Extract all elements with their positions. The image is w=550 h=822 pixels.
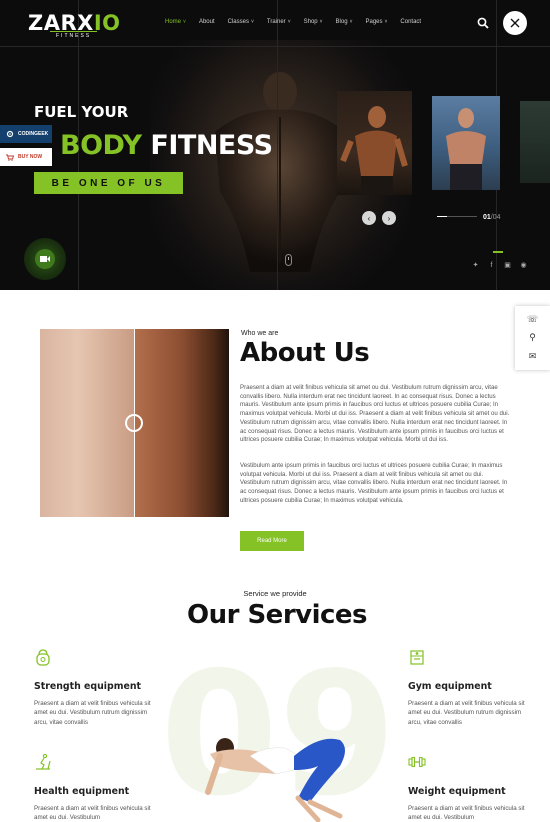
- nav-label: Contact: [400, 19, 422, 25]
- facebook-icon[interactable]: f: [488, 262, 495, 269]
- buy-now-button[interactable]: BUY NOW: [0, 148, 52, 166]
- service-item: Strength equipment Praesent a diam at ve…: [34, 648, 152, 727]
- join-button[interactable]: BE ONE OF US: [34, 172, 183, 194]
- athlete-photo: [340, 106, 408, 195]
- social-links: ✦ f ▣ ◉: [472, 262, 527, 269]
- grid-line: [277, 0, 278, 290]
- twitter-icon[interactable]: ✦: [472, 262, 479, 269]
- nav-item-trainer[interactable]: Trainer ˅: [267, 19, 291, 25]
- service-name: Gym equipment: [408, 681, 492, 692]
- nav-item-about[interactable]: About: [199, 19, 215, 25]
- kettlebell-icon: [36, 649, 50, 666]
- service-desc: Praesent a diam at velit finibus vehicul…: [408, 700, 525, 726]
- nav-item-blog[interactable]: Blog ˅: [336, 19, 353, 25]
- nav-item-pages[interactable]: Pages ˅: [365, 19, 387, 25]
- hero-subtitle: FUEL YOUR: [34, 103, 129, 121]
- treadmill-icon: [36, 753, 51, 770]
- chevron-down-icon: ˅: [250, 19, 254, 25]
- mail-icon[interactable]: ✉: [529, 351, 537, 362]
- nav-item-classes[interactable]: Classes ˅: [228, 19, 254, 25]
- nav-label: About: [198, 19, 215, 25]
- compare-handle[interactable]: [125, 414, 143, 432]
- nav-item-home[interactable]: Home ˅: [165, 19, 186, 25]
- about-eyebrow: Who we are: [241, 330, 279, 337]
- after-image: [135, 329, 229, 517]
- about-title: About Us: [240, 338, 370, 368]
- chevron-down-icon: ˅: [287, 19, 291, 25]
- service-name: Weight equipment: [408, 786, 506, 797]
- cart-icon: [6, 154, 14, 161]
- logo-tagline: FITNESS: [50, 31, 98, 39]
- before-image: [40, 329, 134, 517]
- chevron-down-icon: ˅: [384, 19, 388, 25]
- nav-label: Pages: [365, 19, 383, 25]
- about-paragraph: Vestibulum ante ipsum primis in faucibus…: [240, 462, 508, 504]
- scroll-indicator[interactable]: [285, 254, 292, 266]
- slide-thumbnail[interactable]: [337, 91, 412, 195]
- search-icon[interactable]: [477, 17, 489, 29]
- nav-label: Classes: [227, 19, 249, 25]
- chevron-down-icon: ˅: [319, 19, 323, 25]
- nav-label: Trainer: [266, 19, 286, 25]
- codingeek-label: CODINGEEK: [18, 131, 49, 137]
- video-icon: [40, 256, 50, 262]
- slider-prev-button[interactable]: ‹: [362, 211, 376, 225]
- service-item: Gym equipment Praesent a diam at velit f…: [408, 648, 526, 727]
- about-paragraph: Praesent a diam at velit finibus vehicul…: [240, 384, 510, 444]
- nav-item-shop[interactable]: Shop ˅: [304, 19, 323, 25]
- read-more-button[interactable]: Read More: [240, 531, 304, 551]
- gym-machine-icon: [410, 650, 424, 665]
- service-desc: Praesent a diam at velit finibus vehicul…: [408, 805, 525, 822]
- pinterest-icon[interactable]: ◉: [520, 262, 527, 269]
- yoga-woman-image: [205, 738, 345, 822]
- before-after-image[interactable]: [40, 329, 229, 517]
- chevron-right-icon: ›: [387, 213, 391, 223]
- service-desc: Praesent a diam at velit finibus vehicul…: [34, 805, 151, 822]
- phone-icon[interactable]: ☏: [527, 314, 538, 325]
- service-desc: Praesent a diam at velit finibus vehicul…: [34, 700, 151, 726]
- hero-title: BODY FITNESS: [60, 130, 273, 161]
- play-button[interactable]: [24, 238, 66, 280]
- close-icon: [510, 18, 520, 28]
- accent-dash: [493, 251, 503, 253]
- athlete-photo: [446, 108, 486, 190]
- service-item: Health equipment Praesent a diam at veli…: [34, 753, 152, 822]
- nav-item-contact[interactable]: Contact: [400, 19, 421, 25]
- header-divider: [0, 46, 550, 47]
- nav-label: Home: [165, 19, 182, 25]
- contact-toolbar: ☏ ⚲ ✉: [515, 306, 550, 370]
- service-name: Health equipment: [34, 786, 130, 797]
- service-name: Strength equipment: [34, 681, 141, 692]
- slider-next-button[interactable]: ›: [382, 211, 396, 225]
- slider-progress: [437, 216, 477, 217]
- location-icon[interactable]: ⚲: [529, 332, 536, 343]
- service-item: Weight equipment Praesent a diam at veli…: [408, 753, 526, 822]
- dumbbell-icon: [408, 756, 426, 768]
- nav-label: Blog: [335, 19, 348, 25]
- close-button[interactable]: [503, 11, 527, 35]
- chevron-down-icon: ˅: [349, 19, 353, 25]
- instagram-icon[interactable]: ▣: [504, 262, 511, 269]
- slide-thumbnail[interactable]: [432, 96, 500, 190]
- main-nav: Home ˅ About Classes ˅ Trainer ˅ Shop ˅ Blog ˅ Page…: [165, 19, 421, 25]
- buy-now-label: BUY NOW: [18, 154, 43, 160]
- hero-athlete-image: [215, 72, 345, 272]
- slide-thumbnail[interactable]: [520, 101, 550, 183]
- codingeek-badge[interactable]: CODINGEEK: [0, 125, 52, 143]
- chevron-left-icon: ‹: [367, 213, 371, 223]
- nav-label: Shop: [303, 19, 318, 25]
- chevron-down-icon: ˅: [183, 19, 186, 25]
- services-title: Our Services: [186, 600, 368, 630]
- hero-section: ZARXIO FITNESS Home ˅ About Classes ˅ Trainer…: [0, 0, 550, 290]
- services-eyebrow: Service we provide: [243, 589, 307, 598]
- gear-icon: [6, 130, 14, 138]
- slide-counter: 01/04: [483, 214, 501, 221]
